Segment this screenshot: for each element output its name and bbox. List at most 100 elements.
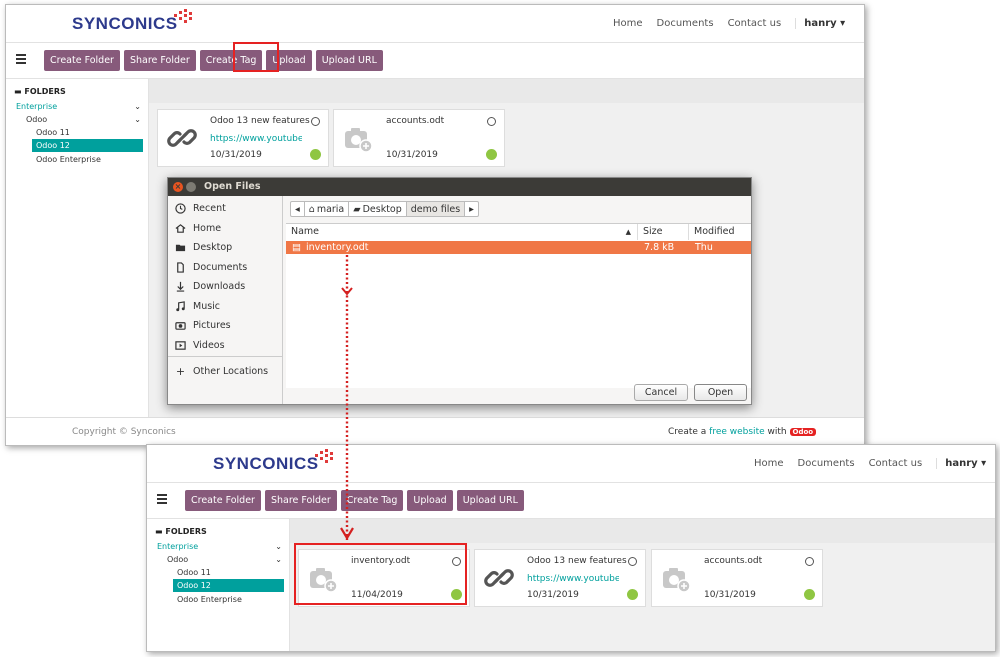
folder-icon: ▬ xyxy=(14,87,22,96)
upload-url-button[interactable]: Upload URL xyxy=(315,50,383,71)
path-segment-home[interactable]: ⌂ maria xyxy=(305,202,350,216)
owner-avatar xyxy=(486,149,497,160)
logo-dots-icon xyxy=(315,449,333,463)
folders-sidebar: ▬ FOLDERS Enterprise ⌄ Odoo ⌄ Odoo 11 Odoo… xyxy=(147,519,290,651)
path-segment-desktop[interactable]: ▰ Desktop xyxy=(349,202,407,216)
folder-label: Odoo 11 xyxy=(177,568,211,577)
path-segment-current[interactable]: demo files xyxy=(406,202,466,216)
column-name[interactable]: Name ▲ xyxy=(286,224,638,240)
site-header: SYNCONICS Home Documents Contact us hanr… xyxy=(6,5,864,43)
caret-down-icon: ▾ xyxy=(840,18,846,29)
place-pictures[interactable]: Pictures xyxy=(175,318,231,332)
chevron-down-icon[interactable]: ⌄ xyxy=(275,554,282,565)
upload-button[interactable]: Upload xyxy=(407,490,453,511)
brand-name: SYNCONICS xyxy=(213,454,319,473)
share-folder-button[interactable]: Share Folder xyxy=(264,490,337,511)
footer-create-prefix: Create a xyxy=(668,427,707,437)
folder-odoo-enterprise[interactable]: Odoo Enterprise xyxy=(36,154,101,165)
place-documents[interactable]: Documents xyxy=(175,260,247,274)
cancel-button[interactable]: Cancel xyxy=(634,384,688,401)
home-icon: ⌂ xyxy=(308,203,315,215)
user-menu[interactable]: hanry ▾ xyxy=(795,18,845,29)
document-card[interactable]: Odoo 13 new features https://www.youtube… xyxy=(157,109,329,167)
nav-home[interactable]: Home xyxy=(754,458,784,469)
nav-home[interactable]: Home xyxy=(613,18,643,29)
folder-enterprise[interactable]: Enterprise ⌄ xyxy=(157,541,282,552)
select-radio[interactable] xyxy=(311,117,320,126)
share-folder-button[interactable]: Share Folder xyxy=(123,50,196,71)
open-files-dialog: × Open Files Recent Home Desktop Documen… xyxy=(167,177,752,405)
place-downloads[interactable]: Downloads xyxy=(175,279,245,293)
upload-url-button[interactable]: Upload URL xyxy=(456,490,524,511)
place-other-locations[interactable]: + Other Locations xyxy=(175,364,268,378)
chevron-down-icon[interactable]: ⌄ xyxy=(275,541,282,552)
nav-documents[interactable]: Documents xyxy=(798,458,855,469)
folders-title-text: FOLDERS xyxy=(24,87,66,96)
owner-avatar xyxy=(627,589,638,600)
place-label: Desktop xyxy=(193,241,233,253)
place-label: Pictures xyxy=(193,319,231,331)
create-folder-button[interactable]: Create Folder xyxy=(185,490,261,511)
open-button[interactable]: Open xyxy=(694,384,747,401)
folder-odoo-12[interactable]: Odoo 12 xyxy=(32,139,143,152)
site-logo[interactable]: SYNCONICS xyxy=(213,449,333,474)
camera-placeholder-icon xyxy=(345,128,373,153)
document-url[interactable]: https://www.youtube... xyxy=(210,134,302,144)
select-radio[interactable] xyxy=(805,557,814,566)
owner-avatar xyxy=(804,589,815,600)
document-date: 10/31/2019 xyxy=(527,590,579,600)
column-size[interactable]: Size xyxy=(638,224,689,240)
chevron-down-icon[interactable]: ⌄ xyxy=(134,101,141,112)
caret-down-icon: ▾ xyxy=(981,458,987,469)
create-folder-button[interactable]: Create Folder xyxy=(44,50,120,71)
path-forward-button[interactable]: ▸ xyxy=(465,202,478,216)
places-sidebar: Recent Home Desktop Documents Downloads … xyxy=(168,196,283,404)
folder-label: Odoo xyxy=(167,555,189,564)
column-modified[interactable]: Modified xyxy=(689,224,751,240)
folder-enterprise[interactable]: Enterprise ⌄ xyxy=(16,101,141,112)
dialog-titlebar: × Open Files xyxy=(168,178,751,196)
odoo-badge[interactable]: Odoo xyxy=(789,428,817,436)
place-home[interactable]: Home xyxy=(175,221,221,235)
folder-odoo-11[interactable]: Odoo 11 xyxy=(36,127,70,138)
document-date: 10/31/2019 xyxy=(210,150,262,160)
path-back-button[interactable]: ◂ xyxy=(291,202,305,216)
minimize-window-icon[interactable] xyxy=(186,182,196,192)
folder-odoo[interactable]: Odoo ⌄ xyxy=(167,554,282,565)
place-label: Home xyxy=(193,222,222,234)
nav-documents[interactable]: Documents xyxy=(657,18,714,29)
user-name: hanry xyxy=(804,18,837,29)
browser-window-after: SYNCONICS Home Documents Contact us hanr… xyxy=(146,444,996,652)
folder-odoo-enterprise[interactable]: Odoo Enterprise xyxy=(177,594,242,605)
place-recent[interactable]: Recent xyxy=(175,201,226,215)
video-icon xyxy=(175,340,186,350)
select-radio[interactable] xyxy=(628,557,637,566)
folder-odoo-11[interactable]: Odoo 11 xyxy=(177,567,211,578)
menu-toggle-icon[interactable] xyxy=(157,494,167,504)
file-modified: Thu xyxy=(695,242,713,253)
close-window-icon[interactable]: × xyxy=(173,182,183,192)
camera-icon xyxy=(175,321,186,330)
chevron-down-icon[interactable]: ⌄ xyxy=(134,114,141,125)
place-videos[interactable]: Videos xyxy=(175,338,225,352)
select-radio[interactable] xyxy=(487,117,496,126)
place-label: Documents xyxy=(193,261,248,273)
folder-label: Odoo Enterprise xyxy=(177,595,242,604)
free-website-link[interactable]: free website xyxy=(709,427,764,437)
path-bar: ◂ ⌂ maria ▰ Desktop demo files ▸ xyxy=(290,201,479,217)
document-url[interactable]: https://www.youtube... xyxy=(527,574,619,584)
site-logo[interactable]: SYNCONICS xyxy=(72,9,192,34)
user-menu[interactable]: hanry ▾ xyxy=(936,458,986,469)
folder-odoo[interactable]: Odoo ⌄ xyxy=(26,114,141,125)
document-card[interactable]: accounts.odt 10/31/2019 xyxy=(333,109,505,167)
nav-contact[interactable]: Contact us xyxy=(728,18,782,29)
place-music[interactable]: Music xyxy=(175,299,220,313)
place-desktop[interactable]: Desktop xyxy=(175,240,232,254)
document-card[interactable]: accounts.odt 10/31/2019 xyxy=(651,549,823,607)
folder-odoo-12[interactable]: Odoo 12 xyxy=(173,579,284,592)
footer-create: Create a free website with Odoo xyxy=(668,427,817,437)
nav-contact[interactable]: Contact us xyxy=(869,458,923,469)
menu-toggle-icon[interactable] xyxy=(16,54,26,64)
document-name: Odoo 13 new features xyxy=(210,116,310,126)
document-card[interactable]: Odoo 13 new features https://www.youtube… xyxy=(474,549,646,607)
